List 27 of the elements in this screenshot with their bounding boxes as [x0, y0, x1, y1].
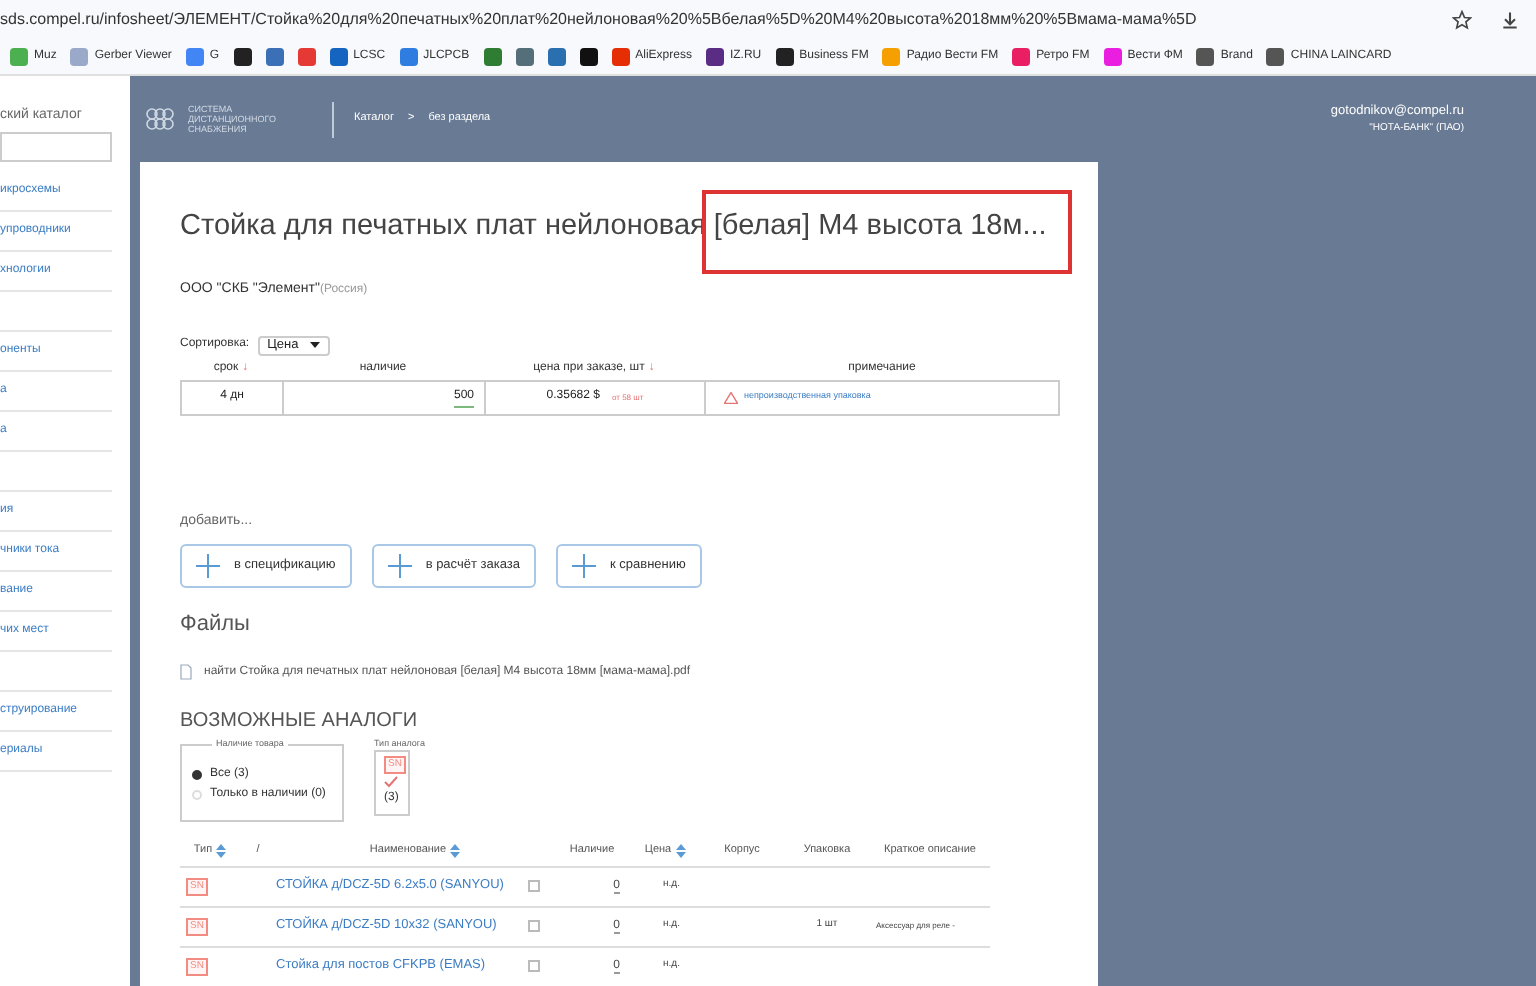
caret-icon: [310, 342, 321, 348]
radio-button[interactable]: [192, 769, 202, 779]
search-field[interactable]: [0, 132, 112, 162]
file-icon: [180, 664, 192, 680]
type-checkbox[interactable]: [384, 776, 398, 789]
files-heading: Файлы: [180, 610, 252, 640]
compare-checkbox[interactable]: [528, 880, 540, 892]
bookmark-icon[interactable]: [1266, 47, 1285, 65]
bookmark-icon[interactable]: [775, 47, 794, 65]
product-title: Стойка для печатных плат нейлоновая [белая] M4 высота 18м...: [180, 210, 1047, 242]
plus-icon: [196, 554, 220, 578]
star-icon[interactable]: [1452, 9, 1472, 29]
compare-checkbox[interactable]: [528, 960, 540, 972]
compare-checkbox[interactable]: [528, 920, 540, 932]
logo-icon: [142, 105, 178, 133]
bookmark-icon[interactable]: [1196, 47, 1215, 65]
warning-icon: [724, 391, 738, 403]
plus-icon: [571, 554, 596, 578]
bookmark-icon[interactable]: [705, 47, 724, 65]
sort-icon: [675, 843, 686, 857]
bookmark-icon[interactable]: [579, 47, 598, 65]
bookmark-icon[interactable]: [233, 47, 252, 65]
download-icon[interactable]: [1500, 9, 1520, 29]
sort-icon: [450, 843, 461, 857]
sort-icon: [216, 843, 227, 857]
analogs-heading: ВОЗМОЖНЫЕ АНАЛОГИ: [180, 707, 420, 735]
plus-icon: [387, 554, 412, 578]
